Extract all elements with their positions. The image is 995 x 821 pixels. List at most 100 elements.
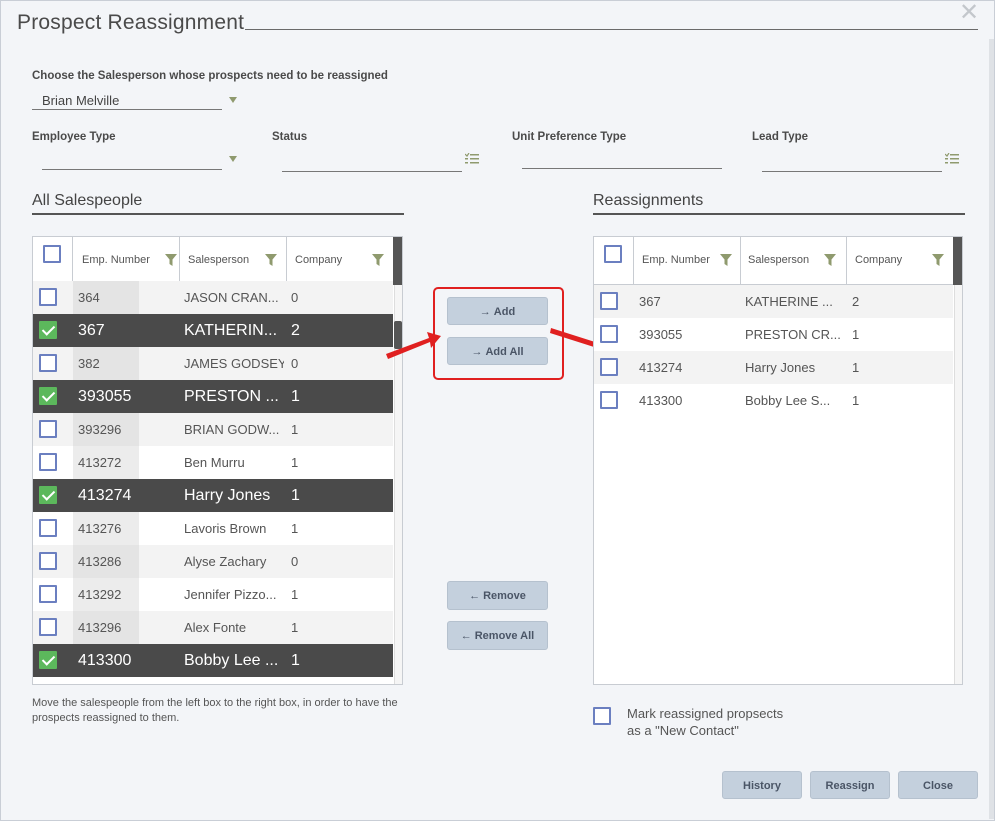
table-row[interactable]: 413274 Harry Jones 1 xyxy=(594,351,953,384)
company-cell: 1 xyxy=(291,587,299,602)
table-row[interactable]: 413274 Harry Jones 1 xyxy=(33,479,393,512)
table-row[interactable]: 413296 Alex Fonte 1 xyxy=(33,611,393,644)
annotation-arrow-left xyxy=(386,332,441,359)
mark-label-line1: Mark reassigned propsects xyxy=(627,706,784,721)
row-checkbox[interactable] xyxy=(600,358,618,376)
chevron-down-icon[interactable] xyxy=(229,156,237,162)
row-checkbox[interactable] xyxy=(39,420,57,438)
reassign-button[interactable]: Reassign xyxy=(810,771,890,799)
header-emp-number[interactable]: Emp. Number xyxy=(73,237,180,285)
title-divider xyxy=(245,29,978,30)
close-icon[interactable]: ✕ xyxy=(959,1,979,25)
select-all-checkbox[interactable] xyxy=(43,245,61,263)
filter-funnel-icon[interactable] xyxy=(165,254,177,266)
dialog-title: Prospect Reassignment xyxy=(17,11,245,34)
table-row[interactable]: 382 JAMES GODSEY 0 xyxy=(33,347,393,380)
reassignments-title: Reassignments xyxy=(593,192,704,209)
row-checkbox[interactable] xyxy=(39,618,57,636)
emp-number-cell: 413274 xyxy=(639,360,683,375)
filter-funnel-icon[interactable] xyxy=(824,254,836,266)
salesperson-cell: Lavoris Brown xyxy=(184,521,267,536)
row-checkbox[interactable] xyxy=(39,585,57,603)
row-checkbox[interactable] xyxy=(39,354,57,372)
row-checkbox[interactable] xyxy=(39,288,57,306)
table-row[interactable]: 413286 Alyse Zachary 0 xyxy=(33,545,393,578)
table-row[interactable]: 413300 Bobby Lee ... 1 xyxy=(33,644,393,677)
salesperson-cell: Alyse Zachary xyxy=(184,554,267,569)
table-row[interactable]: 413272 Ben Murru 1 xyxy=(33,446,393,479)
header-salesperson[interactable]: Salesperson xyxy=(180,237,287,285)
company-cell: 0 xyxy=(291,356,299,371)
header-scroll-corner xyxy=(393,237,402,285)
instruction-note: Move the salespeople from the left box t… xyxy=(32,697,398,724)
row-checkbox[interactable] xyxy=(600,325,618,343)
header-scroll-corner xyxy=(953,237,962,285)
company-cell: 0 xyxy=(291,554,299,569)
salesperson-cell: Bobby Lee S... xyxy=(745,393,831,408)
company-cell: 0 xyxy=(291,290,299,305)
header-emp-number[interactable]: Emp. Number xyxy=(634,237,741,285)
table-row[interactable]: 393055 PRESTON ... 1 xyxy=(33,380,393,413)
table-row[interactable]: 364 JASON CRAN... 0 xyxy=(33,281,393,314)
emp-number-cell: 393055 xyxy=(78,388,132,405)
row-checkbox[interactable] xyxy=(39,321,57,339)
emp-number-cell: 413300 xyxy=(639,393,683,408)
remove-all-button[interactable]: ← Remove All xyxy=(447,621,548,650)
row-checkbox[interactable] xyxy=(39,486,57,504)
table-row[interactable]: 393055 PRESTON CR... 1 xyxy=(594,318,953,351)
prospect-reassignment-dialog: Prospect Reassignment ✕ Choose the Sales… xyxy=(0,0,995,821)
company-cell: 1 xyxy=(291,388,300,405)
row-checkbox[interactable] xyxy=(600,292,618,310)
salesperson-cell: PRESTON CR... xyxy=(745,327,841,342)
grid-scrollbar[interactable] xyxy=(954,285,962,684)
table-row[interactable]: 413292 Jennifer Pizzo... 1 xyxy=(33,578,393,611)
company-cell: 1 xyxy=(291,620,299,635)
dialog-scrollbar[interactable] xyxy=(989,39,994,819)
header-label: Emp. Number xyxy=(82,254,150,266)
row-checkbox[interactable] xyxy=(39,651,57,669)
salesperson-cell: Harry Jones xyxy=(745,360,816,375)
mark-new-contact-checkbox[interactable] xyxy=(593,707,611,725)
table-row[interactable]: 393296 BRIAN GODW... 1 xyxy=(33,413,393,446)
close-button[interactable]: Close xyxy=(898,771,978,799)
chevron-down-icon[interactable] xyxy=(229,97,237,103)
header-company[interactable]: Company xyxy=(287,237,393,285)
history-button[interactable]: History xyxy=(722,771,802,799)
emp-number-cell: 393055 xyxy=(639,327,683,342)
unit-preference-label: Unit Preference Type xyxy=(512,131,627,143)
emp-number-cell: 413272 xyxy=(78,455,122,470)
header-salesperson[interactable]: Salesperson xyxy=(741,237,847,285)
salesperson-cell: PRESTON ... xyxy=(184,388,279,405)
multiselect-list-icon[interactable] xyxy=(945,153,959,165)
employee-type-underline xyxy=(42,169,222,170)
filter-funnel-icon[interactable] xyxy=(932,254,944,266)
table-row[interactable]: 413300 Bobby Lee S... 1 xyxy=(594,384,953,417)
row-checkbox[interactable] xyxy=(600,391,618,409)
all-salespeople-rows: 364 JASON CRAN... 0 367 KATHERIN... 2 382 JAMES… xyxy=(33,281,393,684)
row-checkbox[interactable] xyxy=(39,453,57,471)
reassignments-grid: Emp. Number Salesperson Company 367 KATHE… xyxy=(593,236,963,685)
salesperson-select-value[interactable]: Brian Melville xyxy=(42,93,119,108)
multiselect-list-icon[interactable] xyxy=(465,153,479,165)
select-all-checkbox[interactable] xyxy=(604,245,622,263)
table-row[interactable]: 367 KATHERINE ... 2 xyxy=(594,285,953,318)
table-row[interactable]: 367 KATHERIN... 2 xyxy=(33,314,393,347)
row-checkbox[interactable] xyxy=(39,552,57,570)
remove-button[interactable]: ← Remove xyxy=(447,581,548,610)
filter-funnel-icon[interactable] xyxy=(372,254,384,266)
remove-button-label: Remove xyxy=(483,590,526,602)
salesperson-cell: KATHERINE ... xyxy=(745,294,833,309)
filter-funnel-icon[interactable] xyxy=(720,254,732,266)
company-cell: 2 xyxy=(291,322,300,339)
company-cell: 1 xyxy=(291,521,299,536)
salesperson-cell: BRIAN GODW... xyxy=(184,422,280,437)
row-checkbox[interactable] xyxy=(39,387,57,405)
header-company[interactable]: Company xyxy=(847,237,953,285)
emp-number-cell: 364 xyxy=(78,290,100,305)
filter-funnel-icon[interactable] xyxy=(265,254,277,266)
salesperson-cell: JASON CRAN... xyxy=(184,290,279,305)
row-checkbox[interactable] xyxy=(39,519,57,537)
all-salespeople-divider xyxy=(32,213,404,215)
emp-number-cell: 413300 xyxy=(78,652,132,669)
table-row[interactable]: 413276 Lavoris Brown 1 xyxy=(33,512,393,545)
